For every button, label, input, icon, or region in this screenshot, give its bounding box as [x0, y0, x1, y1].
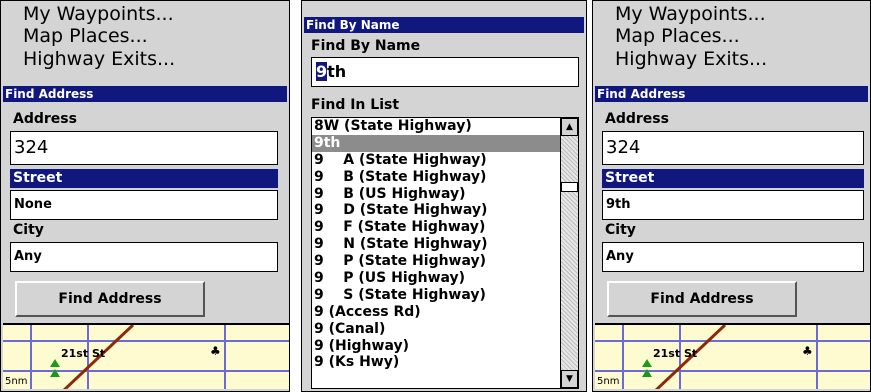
find-address-button[interactable]: Find Address: [15, 281, 205, 317]
dialog-title: Find Address: [595, 86, 868, 102]
menu-my-waypoints[interactable]: My Waypoints...: [23, 4, 174, 25]
list-item[interactable]: 9 S (State Highway): [312, 287, 578, 304]
list-item[interactable]: 9 N (State Highway): [312, 236, 578, 253]
city-label: City: [13, 222, 44, 238]
street-map-label: 21st St: [653, 347, 698, 360]
list-item[interactable]: 9 (Highway): [312, 338, 578, 355]
list-item[interactable]: 9th: [312, 134, 578, 152]
landmark-icon: ♣: [802, 344, 813, 358]
list-item[interactable]: 8W (State Highway): [312, 118, 578, 135]
city-field[interactable]: Any: [602, 242, 864, 272]
scroll-thumb[interactable]: [561, 182, 578, 192]
list-item[interactable]: 9 (Access Rd): [312, 304, 578, 321]
results-rows: 8W (State Highway) 9th 9 A (State Highway)…: [312, 118, 578, 371]
list-item[interactable]: 9 F (State Highway): [312, 219, 578, 236]
landmark-icon: ♣: [210, 344, 221, 358]
menu-highway-exits[interactable]: Highway Exits...: [615, 49, 767, 70]
map-view[interactable]: ♣ 21st St 5nm: [3, 323, 289, 389]
menu-map-places[interactable]: Map Places...: [23, 26, 148, 47]
waypoint-icon: [50, 359, 60, 367]
scroll-down-icon[interactable]: ▼: [561, 370, 578, 388]
map-drawing: ♣: [3, 325, 289, 389]
list-item[interactable]: 9 B (US Highway): [312, 186, 578, 203]
list-item[interactable]: 9 P (State Highway): [312, 253, 578, 270]
map-scale: 5nm: [5, 376, 28, 387]
map-scale: 5nm: [597, 376, 620, 387]
map-drawing: ♣: [595, 325, 870, 389]
scrollbar[interactable]: ▲ ▼: [560, 118, 578, 388]
city-field[interactable]: Any: [10, 242, 278, 272]
street-label: Street: [10, 169, 278, 188]
results-list[interactable]: 8W (State Highway) 9th 9 A (State Highway)…: [311, 117, 579, 389]
find-in-list-label: Find In List: [311, 97, 400, 113]
city-label: City: [605, 222, 636, 238]
street-label: Street: [602, 169, 864, 188]
find-address-button[interactable]: Find Address: [607, 281, 797, 317]
find-by-name-panel: Find By Name Find By Name 9th Find In Li…: [301, 0, 587, 392]
find-by-name-label: Find By Name: [311, 38, 421, 54]
menu-highway-exits[interactable]: Highway Exits...: [23, 49, 175, 70]
find-address-panel-left: My Waypoints... Map Places... Highway Ex…: [0, 0, 290, 392]
address-field[interactable]: 324: [10, 131, 278, 165]
dialog-title: Find By Name: [304, 17, 584, 33]
menu-my-waypoints[interactable]: My Waypoints...: [615, 4, 766, 25]
list-item[interactable]: 9 (Canal): [312, 321, 578, 338]
scroll-up-icon[interactable]: ▲: [561, 118, 578, 136]
dialog-title: Find Address: [3, 86, 287, 102]
list-item[interactable]: 9 (Ks Hwy): [312, 354, 578, 371]
find-address-panel-right: My Waypoints... Map Places... Highway Ex…: [592, 0, 871, 392]
name-input-text: th: [327, 62, 347, 81]
text-cursor: 9: [316, 62, 328, 81]
list-item[interactable]: 9 D (State Highway): [312, 202, 578, 219]
list-item[interactable]: 9 A (State Highway): [312, 152, 578, 169]
street-field[interactable]: 9th: [602, 190, 864, 220]
waypoint-icon: [642, 359, 652, 367]
list-item[interactable]: 9 B (State Highway): [312, 169, 578, 186]
street-field[interactable]: None: [10, 190, 278, 220]
address-field[interactable]: 324: [602, 131, 864, 165]
address-label: Address: [605, 111, 669, 127]
list-item[interactable]: 9 P (US Highway): [312, 270, 578, 287]
name-input[interactable]: 9th: [311, 57, 579, 87]
menu-map-places[interactable]: Map Places...: [615, 26, 740, 47]
address-label: Address: [13, 111, 77, 127]
street-map-label: 21st St: [61, 347, 106, 360]
map-view[interactable]: ♣ 21st St 5nm: [595, 323, 870, 389]
